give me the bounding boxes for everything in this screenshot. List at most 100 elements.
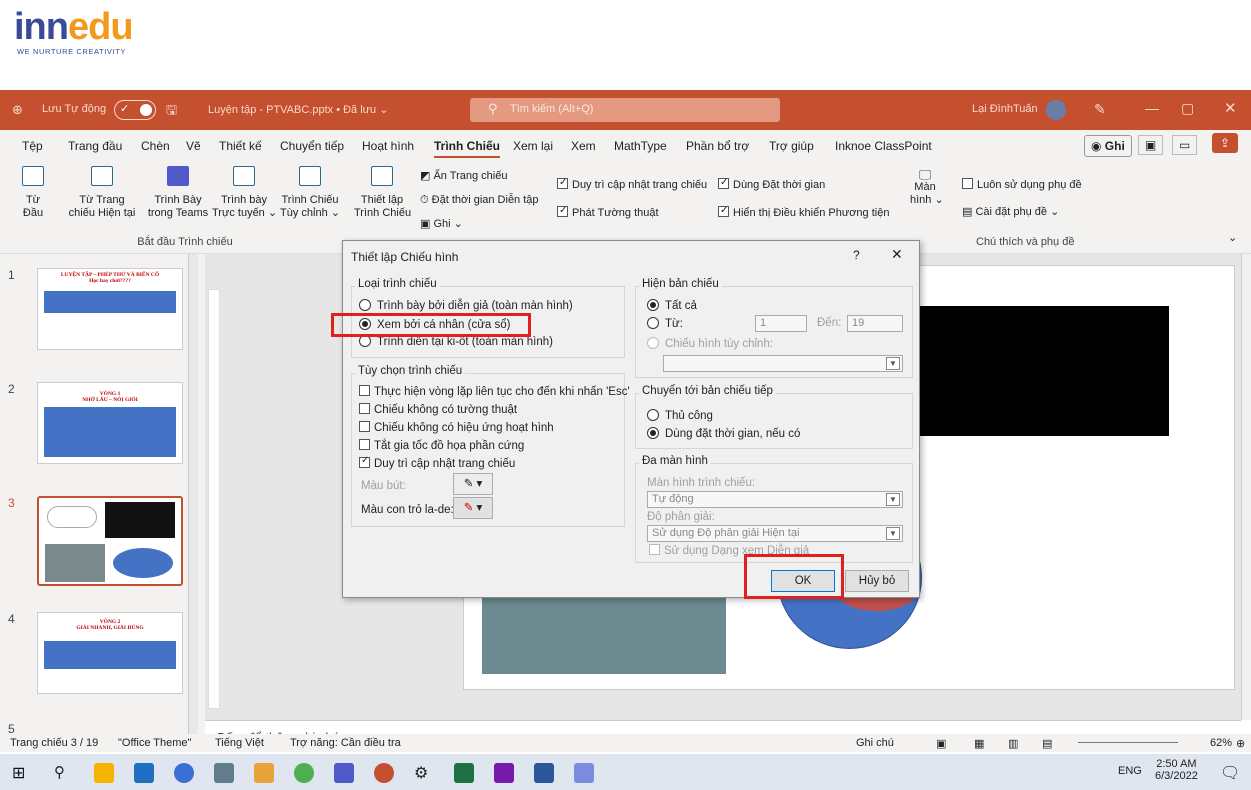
user-name[interactable]: Lại ĐìnhTuấn [972, 103, 1038, 115]
menu-review[interactable]: Xem lại [513, 139, 553, 153]
menu-transitions[interactable]: Chuyển tiếp [280, 139, 344, 153]
manual-radio[interactable]: Thủ công [647, 409, 713, 422]
app-icon[interactable] [574, 763, 594, 783]
keep-updated-checkbox[interactable]: Duy trì cập nhật trang chiếu [557, 178, 707, 192]
normal-view-icon[interactable]: ▣ [936, 737, 946, 750]
comments-icon[interactable]: ▭ [1172, 135, 1197, 155]
play-narration-checkbox[interactable]: Phát Tường thuật [557, 206, 659, 220]
from-beginning-button[interactable]: Từ Đầu [18, 166, 48, 220]
notes-toggle[interactable]: Ghi chú [856, 737, 894, 749]
zoom-slider[interactable] [1078, 742, 1178, 743]
share-icon[interactable]: ⇪ [1212, 133, 1238, 153]
search-box[interactable]: ⚲Tìm kiếm (Alt+Q) [470, 98, 780, 122]
from-slide-field[interactable]: 1 [755, 315, 807, 332]
zoom-level[interactable]: 62% [1210, 737, 1232, 749]
close-icon[interactable]: ✕ [1224, 99, 1237, 117]
cancel-button[interactable]: Hủy bỏ [845, 570, 909, 592]
sorter-view-icon[interactable]: ▦ [974, 737, 984, 750]
present-teams-button[interactable]: Trình Bày trong Teams [146, 166, 210, 220]
hide-slide-button[interactable]: ◩ Ẩn Trang chiếu [420, 170, 507, 183]
app-icon[interactable] [174, 763, 194, 783]
app-icon[interactable] [214, 763, 234, 783]
slide-thumbnail-2[interactable]: VÒNG 1 NHỚ LÂU – NÓI GIỎI [37, 382, 183, 464]
collapse-ribbon-icon[interactable]: ⌄ [1228, 232, 1237, 245]
app-icon[interactable] [254, 763, 274, 783]
no-narration-checkbox[interactable]: Chiếu không có tường thuật [359, 403, 517, 416]
autosave-toggle[interactable]: ✓ [114, 100, 156, 120]
disable-hw-accel-checkbox[interactable]: Tắt gia tốc đồ họa phần cứng [359, 439, 524, 452]
subtitle-settings-button[interactable]: ▤ Cài đặt phụ đề ⌄ [962, 206, 1059, 219]
from-radio[interactable]: Từ: [647, 317, 683, 330]
no-animation-checkbox[interactable]: Chiếu không có hiệu ứng hoạt hình [359, 421, 554, 434]
slide-thumbnail-4[interactable]: VÒNG 2 GIẢI NHANH, GIẢI ĐÚNG [37, 612, 183, 694]
accessibility-status[interactable]: Trợ năng: Cần điều tra [290, 737, 401, 749]
menu-addins[interactable]: Phần bổ trợ [686, 139, 749, 153]
to-slide-field[interactable]: 19 [847, 315, 903, 332]
rehearse-button[interactable]: ⏱ Đặt thời gian Diễn tập [420, 194, 539, 207]
menu-design[interactable]: Thiết kế [219, 139, 262, 153]
windows-start-icon[interactable]: ⊞ [12, 763, 32, 783]
minimize-icon[interactable]: — [1145, 100, 1159, 116]
slide-thumbnail-3[interactable] [37, 496, 183, 586]
teams-icon[interactable] [334, 763, 354, 783]
all-slides-radio[interactable]: Tất cả [647, 299, 697, 312]
slideshow-view-icon[interactable]: ▤ [1042, 737, 1052, 750]
custom-show-dropdown[interactable]: ▼ [663, 355, 903, 372]
avatar[interactable] [1046, 100, 1066, 120]
pen-color-button[interactable]: ✎ ▾ [453, 473, 493, 495]
onenote-icon[interactable] [494, 763, 514, 783]
file-explorer-icon[interactable] [134, 763, 154, 783]
menu-file[interactable]: Tệp [22, 139, 43, 153]
monitor-dropdown[interactable]: Tự động▼ [647, 491, 903, 508]
present-online-button[interactable]: Trình bày Trực tuyến ⌄ [212, 166, 276, 220]
settings-icon[interactable]: ⚙ [414, 763, 434, 783]
use-timings-checkbox[interactable]: Dùng Đặt thời gian [718, 178, 825, 192]
thumbnail-scrollbar[interactable] [188, 254, 198, 750]
use-timings-radio[interactable]: Dùng đặt thời gian, nếu có [647, 427, 800, 440]
resolution-dropdown[interactable]: Sử dụng Độ phân giải Hiện tại▼ [647, 525, 903, 542]
loop-checkbox[interactable]: Thực hiện vòng lặp liên tục cho đến khi … [359, 385, 630, 398]
help-button[interactable]: ? [853, 248, 860, 262]
always-subtitles-checkbox[interactable]: Luôn sử dụng phụ đề [962, 178, 1082, 192]
presenter-radio[interactable]: Trình bày bởi diễn giả (toàn màn hình) [359, 299, 573, 312]
slide-thumbnail-1[interactable]: LUYỆN TẬP – PHÉP THỬ VÀ BIẾN CỐ Học hay … [37, 268, 183, 350]
excel-icon[interactable] [454, 763, 474, 783]
menu-insert[interactable]: Chèn [141, 139, 170, 153]
reading-view-icon[interactable]: ▥ [1008, 737, 1018, 750]
custom-show-radio[interactable]: Chiếu hình tùy chỉnh: [647, 337, 773, 350]
input-language[interactable]: ENG [1118, 765, 1142, 777]
keep-updated-checkbox[interactable]: Duy trì cập nhật trang chiếu [359, 457, 515, 470]
menu-home[interactable]: Trang đầu [68, 139, 122, 153]
menu-animations[interactable]: Hoạt hình [362, 139, 414, 153]
search-icon[interactable]: ⚲ [54, 763, 74, 783]
record-menu-button[interactable]: ▣ Ghi ⌄ [420, 218, 463, 231]
fit-window-icon[interactable]: ⊕ [1236, 737, 1245, 750]
from-current-button[interactable]: Từ Trang chiếu Hiện tại [62, 166, 142, 220]
chrome-icon[interactable] [294, 763, 314, 783]
menu-mathtype[interactable]: MathType [614, 139, 667, 153]
word-icon[interactable] [534, 763, 554, 783]
clock[interactable]: 2:50 AM6/3/2022 [1155, 758, 1198, 782]
menu-classpoint[interactable]: Inknoe ClassPoint [835, 139, 932, 153]
canvas-scrollbar[interactable] [1241, 254, 1251, 720]
language[interactable]: Tiếng Việt [215, 737, 264, 749]
pen-icon[interactable]: ✎ [1094, 101, 1106, 118]
laser-color-button[interactable]: ✎ ▾ [453, 497, 493, 519]
media-controls-checkbox[interactable]: Hiển thị Điều khiển Phương tiện [718, 206, 889, 220]
powerpoint-icon[interactable] [374, 763, 394, 783]
setup-slideshow-button[interactable]: Thiết lập Trình Chiếu [354, 166, 410, 220]
notification-icon[interactable]: 🗨 [1220, 763, 1240, 783]
menu-slideshow[interactable]: Trình Chiếu [434, 139, 500, 158]
custom-show-button[interactable]: Trình Chiếu Tùy chỉnh ⌄ [278, 166, 342, 220]
menu-view[interactable]: Xem [571, 139, 596, 153]
monitor-button[interactable]: 🖵Màn hình ⌄ [910, 168, 940, 207]
drive-icon[interactable] [94, 763, 114, 783]
file-name[interactable]: Luyện tập - PTVABC.pptx • Đã lưu ⌄ [208, 103, 388, 116]
save-icon[interactable]: 🖫 [166, 101, 177, 123]
record-button[interactable]: ◉ Ghi [1084, 135, 1132, 157]
dialog-close-button[interactable]: ✕ [891, 246, 903, 263]
present-icon[interactable]: ▣ [1138, 135, 1163, 155]
restore-icon[interactable]: ▢ [1181, 100, 1194, 117]
menu-draw[interactable]: Vẽ [186, 139, 201, 153]
menu-help[interactable]: Trợ giúp [769, 139, 814, 153]
